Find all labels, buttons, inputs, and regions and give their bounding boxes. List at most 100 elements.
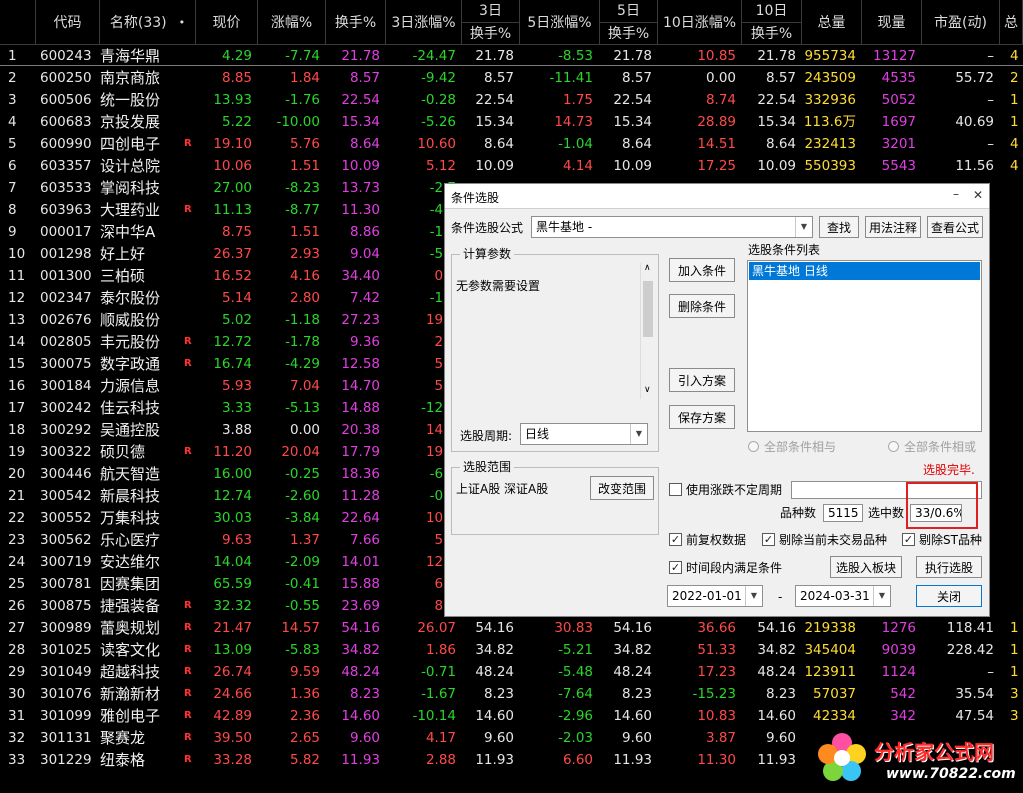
change-pct: 5.82 [289, 752, 320, 768]
price: 24.66 [213, 686, 252, 702]
turnover: 22.54 [341, 92, 380, 108]
chevron-down-icon[interactable]: ▼ [745, 586, 762, 606]
header-col-7[interactable]: 5日涨幅% [520, 0, 600, 44]
table-row[interactable]: 5 600990 四创电子 R 19.10 5.76 8.64 10.60 8.64 -1.04 8… [0, 133, 1023, 155]
turnover-10d: 8.64 [765, 136, 796, 152]
header-col-11[interactable]: 总量 [802, 0, 862, 44]
header-col-6[interactable]: 3日 换手% [462, 0, 520, 44]
header-col-label: 10日涨幅% [662, 15, 737, 31]
time-range-label: 时间段内满足条件 [686, 561, 783, 575]
change-range-button[interactable]: 改变范围 [590, 476, 654, 500]
save-plan-button[interactable]: 保存方案 [669, 405, 735, 429]
condition-list-item[interactable]: 黑牛基地 日线 [749, 262, 980, 280]
import-plan-button[interactable]: 引入方案 [669, 368, 735, 392]
header-col-9[interactable]: 10日涨幅% [658, 0, 742, 44]
total-volume: 232413 [804, 136, 856, 152]
stock-code: 001298 [40, 246, 92, 262]
close-icon[interactable]: ✕ [973, 188, 983, 202]
scroll-thumb[interactable] [643, 281, 653, 337]
table-row[interactable]: 6 603357 设计总院 10.06 1.51 10.09 5.12 10.09 4.14 10… [0, 155, 1023, 177]
stock-name: 新瀚新材 [100, 685, 161, 703]
stock-code: 600506 [40, 92, 92, 108]
table-row[interactable]: 4 600683 京投发展 5.22 -10.00 15.34 -5.26 15.34 14.7… [0, 111, 1023, 133]
scroll-down-icon[interactable]: ∨ [644, 385, 651, 395]
price: 26.74 [213, 664, 252, 680]
total-col [1010, 463, 1023, 485]
price: 13.09 [213, 642, 252, 658]
scroll-up-icon[interactable]: ∧ [644, 263, 651, 273]
header-col-2[interactable]: 现价 [196, 0, 258, 44]
date-from-select[interactable]: 2022-01-01 ▼ [667, 585, 763, 607]
time-range-checkbox[interactable]: ✓ [669, 561, 682, 574]
change-pct: 7.04 [289, 378, 320, 394]
margin-mark [184, 463, 194, 485]
header-col-10[interactable]: 10日 换手% [742, 0, 802, 44]
change-10d: 10.85 [697, 48, 736, 64]
table-row[interactable]: 30 301076 新瀚新材 R 24.66 1.36 8.23 -1.67 8.23 -7.64… [0, 683, 1023, 705]
fq-label: 前复权数据 [686, 533, 747, 547]
period-label: 选股周期: [460, 429, 513, 443]
use-period-checkbox[interactable] [669, 483, 682, 496]
table-row[interactable]: 2 600250 南京商旅 8.85 1.84 8.57 -9.42 8.57 -11.41 8.… [0, 67, 1023, 89]
or-radio[interactable] [888, 441, 899, 452]
chevron-down-icon[interactable]: ▼ [630, 424, 647, 444]
table-row[interactable]: 28 301025 读客文化 R 13.09 -5.83 34.82 1.86 34.82 -5.… [0, 639, 1023, 661]
header-col-label: 名称(33) [109, 15, 167, 31]
turnover-10d: 48.24 [757, 664, 796, 680]
usage-notes-button[interactable]: 用法注释 [865, 216, 921, 238]
close-button[interactable]: 关闭 [916, 585, 982, 607]
header-col-4[interactable]: 换手% [326, 0, 386, 44]
view-formula-button[interactable]: 查看公式 [927, 216, 983, 238]
current-volume: 1697 [881, 114, 916, 130]
chevron-down-icon[interactable]: ▼ [795, 217, 812, 237]
and-radio[interactable] [748, 441, 759, 452]
delete-condition-button[interactable]: 删除条件 [669, 294, 735, 318]
row-index: 33 [8, 752, 26, 768]
table-row[interactable]: 27 300989 蕾奥规划 R 21.47 14.57 54.16 26.07 54.16 30… [0, 617, 1023, 639]
stock-code: 002805 [40, 334, 92, 350]
chevron-down-icon[interactable]: ▼ [873, 586, 890, 606]
watermark-title: 分析家公式网 [874, 740, 994, 764]
dialog-titlebar[interactable]: 条件选股 – ✕ [445, 184, 989, 209]
period-select[interactable]: 日线 ▼ [520, 423, 648, 445]
header-col-12[interactable]: 现量 [862, 0, 922, 44]
turnover: 8.57 [349, 70, 380, 86]
table-row[interactable]: 3 600506 统一股份 13.93 -1.76 22.54 -0.28 22.54 1.75… [0, 89, 1023, 111]
stock-name: 超越科技 [100, 663, 161, 681]
pe-ratio: 55.72 [955, 70, 994, 86]
formula-select[interactable]: 黑牛基地 - ▼ [531, 216, 813, 238]
condition-list[interactable]: 黑牛基地 日线 [747, 260, 982, 432]
turnover-5d: 14.60 [613, 708, 652, 724]
change-3d: 2.88 [425, 752, 456, 768]
header-col-1[interactable]: 名称(33) • [100, 0, 196, 44]
turnover: 21.78 [341, 48, 380, 64]
fq-checkbox[interactable]: ✓ [669, 533, 682, 546]
find-button[interactable]: 查找 [819, 216, 859, 238]
header-col-8[interactable]: 5日 换手% [600, 0, 658, 44]
remove-untraded-checkbox[interactable]: ✓ [762, 533, 775, 546]
stock-name: 京投发展 [100, 113, 161, 131]
header-col-5[interactable]: 3日涨幅% [386, 0, 462, 44]
add-to-block-button[interactable]: 选股入板块 [830, 556, 902, 578]
remove-st-checkbox[interactable]: ✓ [902, 533, 915, 546]
params-scrollbar[interactable]: ∧ ∨ [640, 263, 655, 399]
change-3d: 26.07 [417, 620, 456, 636]
date-to-select[interactable]: 2024-03-31 ▼ [795, 585, 891, 607]
header-col-0[interactable]: 代码 [36, 0, 100, 44]
stock-code: 300292 [40, 422, 92, 438]
minimize-icon[interactable]: – [953, 187, 959, 201]
table-row[interactable]: 29 301049 超越科技 R 26.74 9.59 48.24 -0.71 48.24 -5.… [0, 661, 1023, 683]
price: 5.14 [221, 290, 252, 306]
current-volume: 5052 [881, 92, 916, 108]
header-col-3[interactable]: 涨幅% [258, 0, 326, 44]
header-col-13[interactable]: 市盈(动) [922, 0, 1000, 44]
header-col-14[interactable]: 总 [1000, 0, 1023, 44]
price: 39.50 [213, 730, 252, 746]
selected-row-underline [0, 65, 1023, 66]
stock-name: 读客文化 [100, 641, 161, 659]
add-condition-button[interactable]: 加入条件 [669, 258, 735, 282]
run-screen-button[interactable]: 执行选股 [916, 556, 982, 578]
turnover: 8.23 [349, 686, 380, 702]
table-row[interactable]: 1 600243 青海华鼎 4.29 -7.74 21.78 -24.47 21.78 -8.5… [0, 45, 1023, 67]
stock-name: 蕾奥规划 [100, 619, 161, 637]
